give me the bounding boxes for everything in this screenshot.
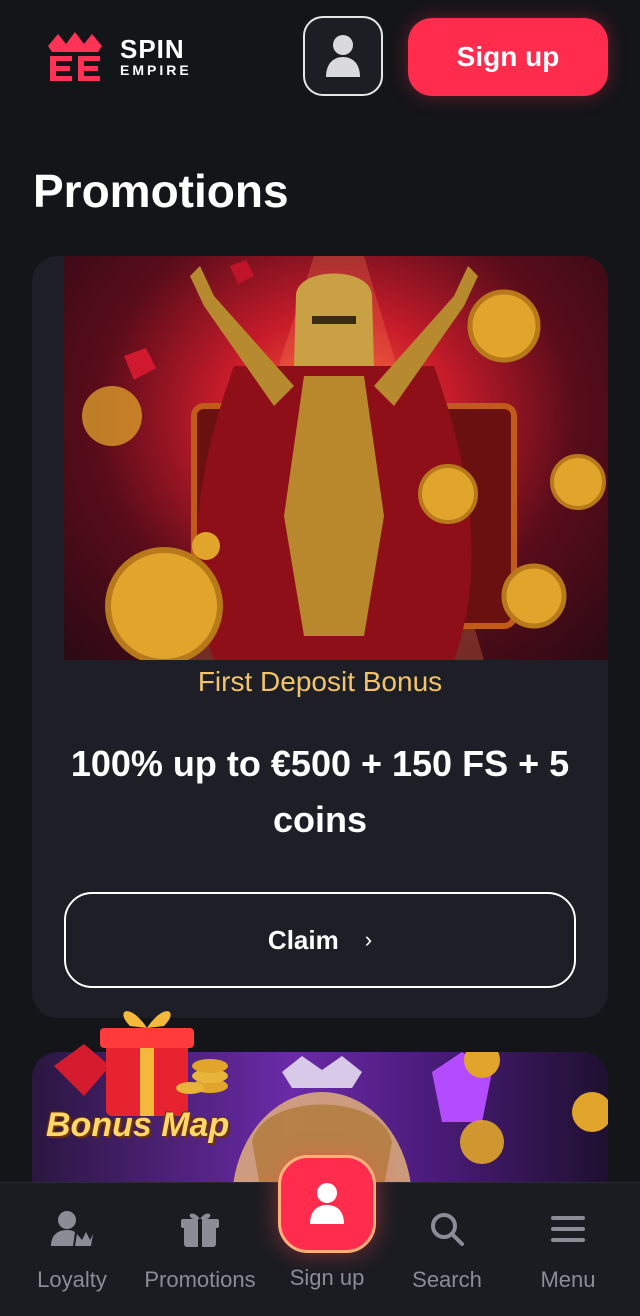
user-icon bbox=[310, 1183, 344, 1224]
nav-label-search: Search bbox=[412, 1267, 482, 1292]
chevron-right-icon: › bbox=[364, 927, 373, 952]
bonus-map-label: Bonus Map bbox=[46, 1106, 230, 1144]
loyalty-icon bbox=[7, 1209, 137, 1249]
nav-item-search[interactable]: Search bbox=[382, 1209, 512, 1293]
nav-label-loyalty: Loyalty bbox=[37, 1267, 107, 1292]
crown-logo-icon bbox=[48, 32, 102, 81]
header: SPIN EMPIRE Sign up bbox=[0, 0, 640, 120]
claim-button-label: Claim bbox=[267, 924, 339, 955]
search-icon bbox=[382, 1209, 512, 1249]
nav-item-menu[interactable]: Menu bbox=[503, 1209, 633, 1293]
knight-artwork bbox=[82, 256, 606, 660]
nav-item-loyalty[interactable]: Loyalty bbox=[7, 1209, 137, 1293]
claim-button[interactable]: Claim › bbox=[64, 892, 576, 988]
promo-subtitle: First Deposit Bonus bbox=[197, 666, 443, 697]
page-title: Promotions bbox=[33, 165, 289, 217]
promo-card: First Deposit Bonus 100% up to €500 + 15… bbox=[32, 256, 608, 1018]
nav-label-menu: Menu bbox=[540, 1267, 596, 1292]
nav-item-signup[interactable] bbox=[278, 1155, 376, 1253]
promo-banner-image[interactable] bbox=[64, 256, 608, 660]
gift-icon bbox=[135, 1209, 265, 1249]
nav-label-promotions: Promotions bbox=[144, 1267, 256, 1292]
profile-button[interactable] bbox=[303, 16, 383, 96]
bonus-map-gift-artwork bbox=[40, 996, 260, 1186]
menu-icon bbox=[503, 1209, 633, 1249]
promo-title: 100% up to €500 + 150 FS + 5 coins bbox=[70, 743, 570, 840]
nav-label-signup: Sign up bbox=[289, 1265, 365, 1290]
bottom-nav: Loyalty Promotions Sign up Search Menu bbox=[0, 1155, 640, 1316]
user-icon bbox=[326, 35, 360, 77]
logo-text-empire: EMPIRE bbox=[120, 61, 192, 78]
nav-item-promotions[interactable]: Promotions bbox=[135, 1209, 265, 1293]
brand-logo[interactable]: SPIN EMPIRE bbox=[44, 30, 192, 82]
logo-text-spin: SPIN bbox=[120, 33, 185, 64]
signup-button[interactable]: Sign up bbox=[408, 18, 608, 96]
